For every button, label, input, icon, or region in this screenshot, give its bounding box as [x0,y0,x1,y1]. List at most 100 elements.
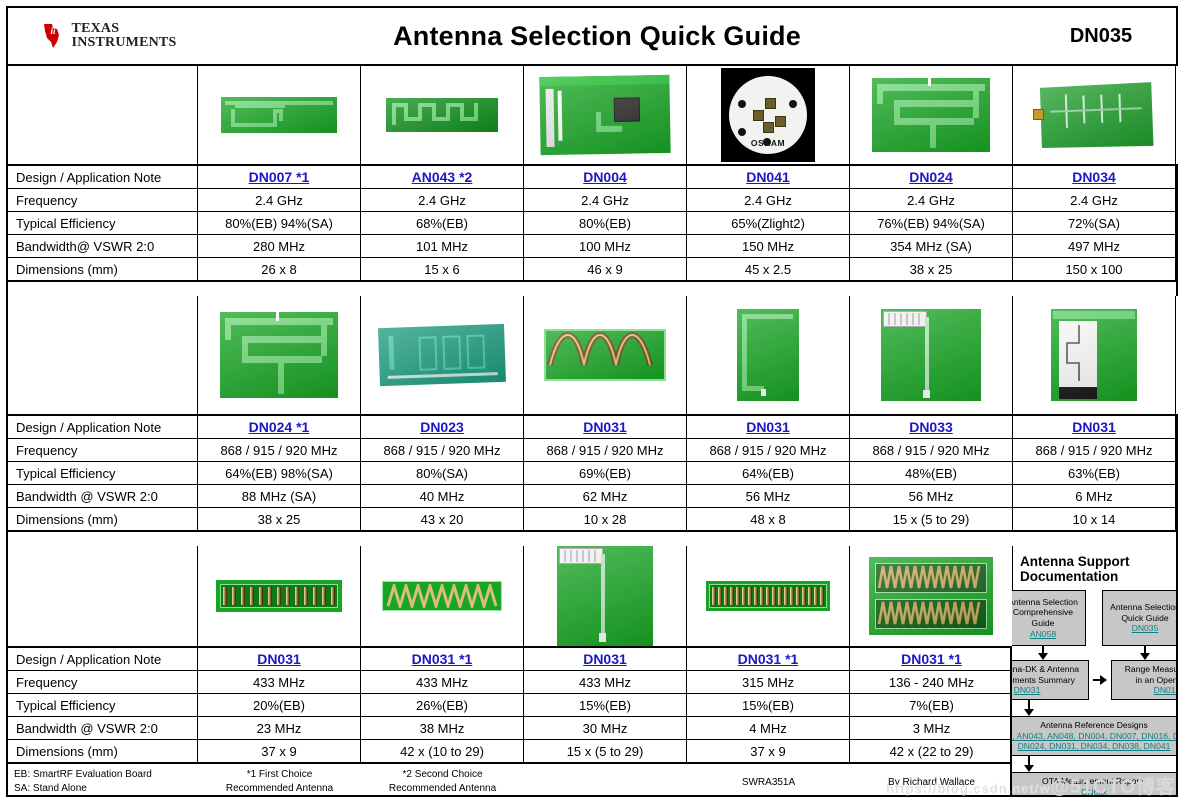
box-comprehensive-guide[interactable]: Antenna Selection Comprehensive Guide AN… [1012,590,1086,646]
cell-bw-2-3: 56 MHz [687,485,850,507]
row-label-efficiency: Typical Efficiency [8,212,198,234]
box-quick-guide[interactable]: Antenna Selection Quick Guide DN035 [1102,590,1176,646]
app-note-link[interactable]: DN041 [746,169,790,185]
cell-dim-2-5: 10 x 14 [1013,508,1176,530]
antenna-image-dn031-spring [361,546,524,646]
ti-wordmark: TEXAS INSTRUMENTS [72,22,177,50]
antenna-image-row-3 [8,546,1013,646]
cell-freq-1-4: 2.4 GHz [850,189,1013,211]
footer-choice2: *2 Second Choice Recommended Antenna [361,764,524,795]
dn018-link[interactable]: DN018 [1154,685,1176,696]
app-note-link[interactable]: DN024 *1 [249,419,310,435]
antenna-image-dn031-ltrace [687,296,850,414]
cell-eff-1-1: 68%(EB) [361,212,524,234]
cell-bw-3-1: 38 MHz [361,717,524,739]
app-note-link[interactable]: DN031 [746,419,790,435]
diagram-arrows-1 [1012,646,1176,660]
reference-designs-links-line2[interactable]: DN024, DN031, DN034, DN038, DN041 [1018,741,1171,752]
cell-freq-1-3: 2.4 GHz [687,189,850,211]
table-row-frequency-1: Frequency 2.4 GHz 2.4 GHz 2.4 GHz 2.4 GH… [8,188,1176,211]
cell-dim-1-2: 46 x 9 [524,258,687,280]
cell-design-2-2: DN031 [524,416,687,438]
arrow-down-to-refdesigns [1024,700,1034,716]
app-note-link[interactable]: DN031 *1 [901,651,962,667]
app-note-link[interactable]: DN033 [909,419,953,435]
cell-design-2-1: DN023 [361,416,524,438]
cell-eff-2-6: 66%(EB) [1176,462,1184,484]
footer-choice1: *1 First Choice Recommended Antenna [198,764,361,795]
app-note-link[interactable]: DN031 *1 [412,651,473,667]
cell-eff-2-2: 69%(EB) [524,462,687,484]
cell-design-2-3: DN031 [687,416,850,438]
box-range-measurements[interactable]: Range Measurements in an Open Field DN01… [1111,660,1176,700]
cell-design-1-3: DN041 [687,166,850,188]
cell-dim-3-0: 37 x 9 [198,740,361,762]
app-note-link[interactable]: DN024 [909,169,953,185]
image-row-label-spacer [8,296,198,414]
cell-design-2-4: DN033 [850,416,1013,438]
dn6xx-link[interactable]: DN6xx [1081,787,1107,795]
cell-bw-2-2: 62 MHz [524,485,687,507]
row-label-frequency: Frequency [8,439,198,461]
cell-dim-2-4: 15 x (5 to 29) [850,508,1013,530]
page-footer: EB: SmartRF Evaluation Board SA: Stand A… [8,762,1010,795]
box-measurements-summary[interactable]: CC-Antenna-DK & Antenna Measurements Sum… [1012,660,1089,700]
cell-eff-1-5: 72%(SA) [1013,212,1176,234]
dn035-link[interactable]: DN035 [1132,623,1159,634]
antenna-image-an048 [1176,66,1184,164]
app-note-link[interactable]: DN031 [583,419,627,435]
app-note-link[interactable]: DN004 [583,169,627,185]
antenna-image-an043 [361,66,524,164]
cell-design-2-5: DN031 [1013,416,1176,438]
app-note-link[interactable]: DN007 *1 [249,169,310,185]
cell-design-1-5: DN034 [1013,166,1176,188]
arrow-right [1093,675,1107,685]
antenna-image-dn024 [850,66,1013,164]
reference-designs-links-line1[interactable]: AN040, AN043, AN048, DN004, DN007, DN016… [1012,731,1176,742]
cell-dim-2-0: 38 x 25 [198,508,361,530]
app-note-link[interactable]: AN043 *2 [412,169,473,185]
page-title: Antenna Selection Quick Guide [393,20,801,51]
app-note-link[interactable]: DN034 [1072,169,1116,185]
cell-design-3-1: DN031 *1 [361,648,524,670]
cell-bw-3-4: 3 MHz [912,720,951,736]
app-note-link[interactable]: DN031 [257,651,301,667]
row-label-bandwidth: Bandwidth @ VSWR 2:0 [8,485,198,507]
table-row-efficiency-2: Typical Efficiency 64%(EB) 98%(SA) 80%(S… [8,461,1176,484]
cell-freq-2-5: 868 / 915 / 920 MHz [1013,439,1176,461]
cell-design-1-4: DN024 [850,166,1013,188]
app-note-link[interactable]: DN031 *1 [738,651,799,667]
app-note-link[interactable]: DN023 [420,419,464,435]
antenna-image-dn031-dual-coil [850,546,1013,646]
image-row-label-spacer [8,546,198,646]
row-label-bandwidth: Bandwidth@ VSWR 2:0 [8,235,198,257]
cell-freq-1-2: 2.4 GHz [524,189,687,211]
an058-link[interactable]: AN058 [1030,629,1056,640]
ti-logo-line1: TEXAS [71,21,120,36]
diagram-row-guides: Antenna Selection Comprehensive Guide AN… [1012,590,1176,646]
app-note-link[interactable]: DN031 [583,651,627,667]
box-comprehensive-guide-text: Antenna Selection Comprehensive Guide [1012,596,1078,628]
cell-design-3-4: DN031 *1 [850,648,1013,670]
footer-legend: EB: SmartRF Evaluation Board SA: Stand A… [8,764,198,795]
box-ota-reports[interactable]: OTA Measurement Reports DN6xx [1012,772,1176,795]
cell-freq-1-0: 2.4 GHz [198,189,361,211]
cell-eff-3-2: 15%(EB) [524,694,687,716]
footer-choice1-line2: Recommended Antenna [225,782,334,794]
cell-design-3-0: DN031 [198,648,361,670]
cell-dim-1-0: 26 x 8 [198,258,361,280]
cell-freq-1-5: 2.4 GHz [1013,189,1176,211]
cell-bw-2-0: 88 MHz (SA) [198,485,361,507]
antenna-image-dn031-coil-dense [687,546,850,646]
footer-doc-number: SWRA351A [741,777,796,788]
footer-choice1-line1: *1 First Choice [246,769,313,780]
dn031-link[interactable]: DN031 [1014,685,1041,696]
ti-logo-line2: INSTRUMENTS [71,35,177,50]
row-label-design: Design / Application Note [8,648,198,670]
box-reference-designs[interactable]: Antenna Reference Designs AN040, AN043, … [1012,716,1176,756]
footer-spacer [524,764,687,795]
document-id: DN035 [1069,24,1133,47]
app-note-link[interactable]: DN031 [1072,419,1116,435]
cell-dim-1-3: 45 x 2.5 [687,258,850,280]
cell-design-3-3: DN031 *1 [687,648,850,670]
